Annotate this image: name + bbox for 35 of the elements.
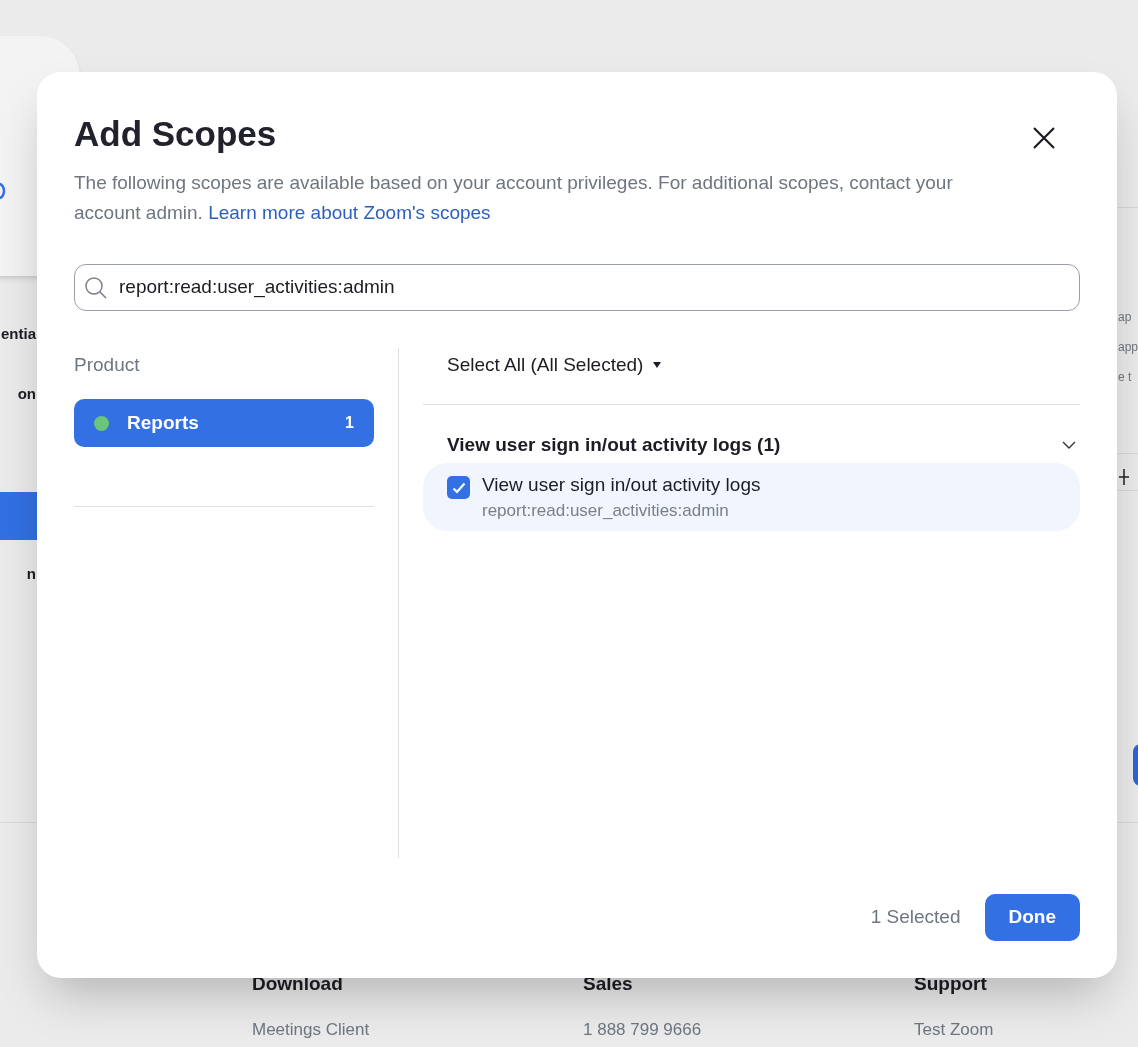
- check-icon: [451, 481, 466, 494]
- footer-heading: Sales: [583, 972, 634, 996]
- chevron-icon: [1062, 441, 1076, 449]
- select-all-dropdown[interactable]: Select All (All Selected): [447, 347, 662, 380]
- footer-link[interactable]: Meetings Client: [252, 1016, 370, 1042]
- done-button[interactable]: Done: [984, 894, 1080, 941]
- footer-heading: Download: [252, 972, 344, 996]
- scope-item[interactable]: View user sign in/out activity logs report:read:user_activities:admin: [423, 463, 1080, 532]
- description-fragment: e t: [1118, 369, 1132, 386]
- nav-label: n: [26, 564, 36, 584]
- search-icon: [84, 275, 108, 300]
- nav-label: on: [17, 384, 36, 404]
- group-header[interactable]: View user sign in/out activity logs (1): [423, 430, 1080, 460]
- checkbox[interactable]: [447, 476, 470, 500]
- product-name: Reports: [127, 411, 200, 435]
- nav-label: entia: [1, 324, 36, 344]
- product-count: 1: [345, 413, 354, 434]
- footer-heading: Support: [914, 972, 988, 996]
- scope-name: View user sign in/out activity logs: [482, 473, 761, 498]
- search-field[interactable]: report:read:user_activities:admin: [74, 263, 1080, 311]
- caret-icon: [653, 362, 662, 368]
- description-fragment: app: [1118, 339, 1138, 356]
- description-fragment: ap: [1118, 309, 1132, 326]
- description: The following scopes are available based on your account privileges. For additional scopes, contact your account admin. Learn more about Zoom's scopes: [74, 170, 954, 225]
- scopes-link[interactable]: Learn more about Zoom's scopes: [208, 201, 491, 223]
- product-item[interactable]: Reports 1: [74, 399, 374, 448]
- footer-link[interactable]: Test Zoom: [914, 1016, 994, 1042]
- nav-highlight: [0, 492, 37, 540]
- product-heading: Product: [74, 352, 141, 377]
- footer-link[interactable]: 1 888 799 9666: [583, 1016, 702, 1042]
- plus-icon: [1118, 468, 1130, 486]
- scope-id: report:read:user_activities:admin: [482, 500, 730, 523]
- selected-count: 1 Selected: [870, 905, 961, 930]
- dialog-title: Add Scopes: [74, 113, 277, 155]
- close-icon[interactable]: [1032, 126, 1056, 150]
